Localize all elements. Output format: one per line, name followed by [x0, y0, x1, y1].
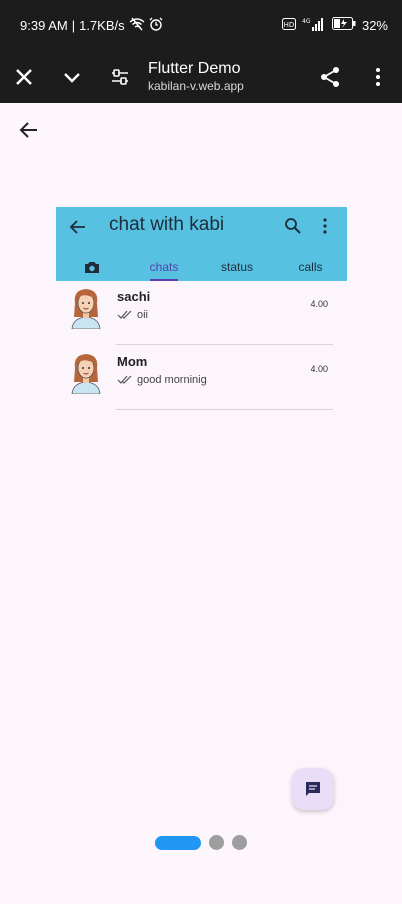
browser-toolbar: Flutter Demo kabilan-v.web.app [0, 50, 402, 103]
page-title-block: Flutter Demo kabilan-v.web.app [148, 59, 244, 94]
wifi-off-icon [129, 17, 145, 34]
double-check-icon [117, 310, 132, 319]
chat-time: 4.00 [310, 364, 328, 374]
back-arrow-icon [19, 122, 37, 138]
chat-message: oii [137, 309, 149, 321]
minimize-button[interactable] [48, 53, 96, 101]
battery-icon [331, 17, 356, 33]
chat-time: 4.00 [310, 299, 328, 309]
chat-name: Mom [117, 354, 148, 369]
tab-status[interactable]: status [200, 253, 274, 281]
hd-icon: HD [281, 17, 296, 33]
chat-item[interactable]: Mom good morninig 4.00 [56, 346, 347, 410]
app-title: chat with kabi [109, 214, 225, 235]
chevron-down-icon [64, 72, 80, 83]
divider [116, 409, 333, 410]
page-url: kabilan-v.web.app [148, 79, 244, 93]
chat-name: sachi [117, 289, 151, 304]
page-settings-icon [112, 68, 128, 85]
tab-bar: chats status calls [56, 253, 347, 281]
alarm-icon [149, 17, 163, 34]
back-arrow-icon[interactable] [68, 217, 88, 237]
double-check-icon [117, 375, 132, 384]
more-options-button[interactable] [354, 53, 402, 101]
back-button[interactable] [14, 115, 44, 145]
battery-percent: 32% [361, 17, 388, 33]
page-indicator [155, 835, 247, 850]
svg-text:HD: HD [284, 21, 295, 29]
status-speed: 1.7KB/s [79, 17, 125, 33]
tab-camera[interactable] [56, 253, 128, 281]
status-bar: 9:39 AM | 1.7KB/s HD 4G 32% [0, 0, 402, 50]
page-body: chat with kabi chats status calls sachi … [0, 103, 402, 904]
chat-message: good morninig [137, 374, 207, 386]
camera-icon [85, 262, 99, 273]
more-vert-icon [376, 67, 380, 86]
page-dot[interactable] [209, 835, 224, 850]
divider [116, 344, 333, 345]
share-icon [321, 66, 339, 87]
tab-calls[interactable]: calls [274, 253, 347, 281]
chat-item[interactable]: sachi oii 4.00 [56, 281, 347, 345]
page-title: Flutter Demo [148, 60, 241, 77]
search-icon[interactable] [284, 217, 302, 235]
app-preview: chat with kabi chats status calls sachi … [56, 207, 347, 827]
app-bar: chat with kabi chats status calls [56, 207, 347, 281]
page-dot[interactable] [232, 835, 247, 850]
tab-chats[interactable]: chats [128, 253, 200, 281]
page-dot-active[interactable] [155, 835, 201, 850]
chat-icon [306, 782, 320, 796]
more-vert-icon[interactable] [322, 217, 328, 235]
page-settings-button[interactable] [96, 53, 144, 101]
avatar [71, 289, 101, 329]
avatar [71, 354, 101, 394]
signal-icon: 4G [302, 17, 326, 34]
share-button[interactable] [306, 53, 354, 101]
svg-text:4G: 4G [302, 18, 311, 25]
close-icon [16, 68, 32, 85]
new-chat-button[interactable] [292, 768, 334, 810]
close-button[interactable] [0, 53, 48, 101]
status-time: 9:39 AM [20, 17, 68, 33]
